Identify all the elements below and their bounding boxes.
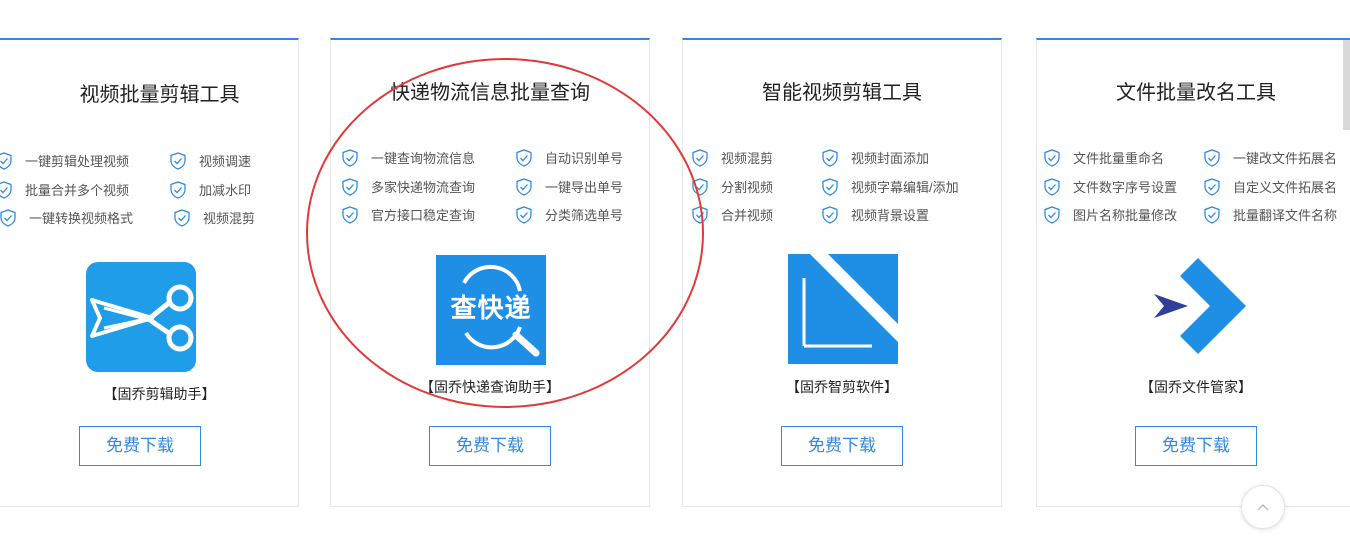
feature-label: 合并视频 bbox=[721, 208, 774, 223]
feature-item: 一键导出单号 bbox=[515, 177, 623, 196]
feature-label: 自动识别单号 bbox=[545, 151, 624, 166]
feature-item: 一键转换视频格式 bbox=[0, 208, 133, 227]
shield-check-icon bbox=[0, 180, 12, 199]
feature-label: 一键改文件拓展名 bbox=[1233, 151, 1338, 166]
feature-label: 批量翻译文件名称 bbox=[1233, 208, 1338, 223]
free-download-button[interactable]: 免费下载 bbox=[79, 426, 201, 466]
feature-label: 批量合并多个视频 bbox=[25, 183, 130, 198]
feature-label: 图片名称批量修改 bbox=[1073, 208, 1178, 223]
feature-item: 文件批量重命名 bbox=[1043, 148, 1164, 167]
shield-check-icon bbox=[692, 205, 708, 224]
feature-item: 官方接口稳定查询 bbox=[341, 205, 475, 224]
feature-item: 视频背景设置 bbox=[821, 205, 929, 224]
card-title: 文件批量改名工具 bbox=[1116, 82, 1276, 104]
feature-label: 文件批量重命名 bbox=[1073, 151, 1165, 166]
shield-check-icon bbox=[516, 177, 532, 196]
shield-check-icon bbox=[1044, 205, 1060, 224]
feature-label: 一键导出单号 bbox=[545, 180, 624, 195]
card-title: 快递物流信息批量查询 bbox=[390, 82, 590, 104]
feature-item: 自定义文件拓展名 bbox=[1203, 177, 1337, 196]
shield-check-icon bbox=[1204, 148, 1220, 167]
product-name: 【固乔文件管家】 bbox=[1140, 379, 1252, 395]
feature-label: 视频字幕编辑/添加 bbox=[851, 180, 959, 195]
scissors-icon bbox=[86, 262, 196, 372]
shield-check-icon bbox=[342, 177, 358, 196]
feature-label: 视频混剪 bbox=[721, 151, 774, 166]
shield-check-icon bbox=[516, 148, 532, 167]
feature-label: 视频背景设置 bbox=[851, 208, 930, 223]
feature-item: 视频字幕编辑/添加 bbox=[821, 177, 959, 196]
feature-label: 官方接口稳定查询 bbox=[371, 208, 476, 223]
logo-text: 查快递 bbox=[450, 293, 532, 323]
product-name: 【固乔智剪软件】 bbox=[786, 379, 898, 395]
shield-check-icon bbox=[1044, 148, 1060, 167]
feature-label: 分类筛选单号 bbox=[545, 208, 624, 223]
shield-check-icon bbox=[1204, 205, 1220, 224]
product-card-express-query: 快递物流信息批量查询 一键查询物流信息 自动识别单号 多家快递物流查询 一键导出… bbox=[330, 38, 650, 507]
feature-item: 分类筛选单号 bbox=[515, 205, 623, 224]
free-download-button[interactable]: 免费下载 bbox=[781, 426, 903, 466]
product-card-smart-video-edit: 智能视频剪辑工具 视频混剪 视频封面添加 分割视频 视频字幕编辑/添加 合并视频… bbox=[682, 38, 1002, 507]
feature-label: 自定义文件拓展名 bbox=[1233, 180, 1338, 195]
product-card-file-rename: 文件批量改名工具 文件批量重命名 一键改文件拓展名 文件数字序号设置 自定义文件… bbox=[1036, 38, 1350, 507]
feature-item: 一键改文件拓展名 bbox=[1203, 148, 1337, 167]
feature-label: 视频封面添加 bbox=[851, 151, 930, 166]
shield-check-icon bbox=[822, 148, 838, 167]
feature-label: 一键查询物流信息 bbox=[371, 151, 476, 166]
shield-check-icon bbox=[1204, 177, 1220, 196]
free-download-button[interactable]: 免费下载 bbox=[429, 426, 551, 466]
free-download-button[interactable]: 免费下载 bbox=[1135, 426, 1257, 466]
feature-item: 批量合并多个视频 bbox=[0, 180, 129, 199]
shield-check-icon bbox=[342, 148, 358, 167]
feature-item: 多家快递物流查询 bbox=[341, 177, 475, 196]
product-name: 【固乔快递查询助手】 bbox=[420, 379, 560, 395]
express-search-icon: 查快递 bbox=[436, 255, 546, 365]
feature-item: 文件数字序号设置 bbox=[1043, 177, 1177, 196]
shield-check-icon bbox=[170, 180, 186, 199]
smart-cut-icon bbox=[788, 254, 898, 364]
shield-check-icon bbox=[692, 148, 708, 167]
card-title: 视频批量剪辑工具 bbox=[79, 84, 240, 106]
feature-item: 一键查询物流信息 bbox=[341, 148, 475, 167]
product-card-video-batch-edit: 视频批量剪辑工具 一键剪辑处理视频 视频调速 批量合并多个视频 加减水印 一键转… bbox=[0, 38, 299, 507]
shield-check-icon bbox=[174, 208, 190, 227]
feature-label: 多家快递物流查询 bbox=[371, 180, 476, 195]
shield-check-icon bbox=[170, 151, 186, 170]
file-manager-icon bbox=[1154, 258, 1246, 354]
feature-item: 自动识别单号 bbox=[515, 148, 623, 167]
feature-label: 加减水印 bbox=[199, 183, 252, 198]
feature-label: 视频调速 bbox=[199, 154, 252, 169]
feature-item: 分割视频 bbox=[691, 177, 773, 196]
product-name: 【固乔剪辑助手】 bbox=[103, 386, 216, 402]
feature-item: 加减水印 bbox=[169, 180, 251, 199]
shield-check-icon bbox=[1044, 177, 1060, 196]
shield-check-icon bbox=[516, 205, 532, 224]
shield-check-icon bbox=[342, 205, 358, 224]
feature-item: 合并视频 bbox=[691, 205, 773, 224]
feature-item: 图片名称批量修改 bbox=[1043, 205, 1177, 224]
shield-check-icon bbox=[0, 208, 16, 227]
shield-check-icon bbox=[692, 177, 708, 196]
feature-label: 一键剪辑处理视频 bbox=[25, 154, 130, 169]
shield-check-icon bbox=[822, 177, 838, 196]
feature-label: 分割视频 bbox=[721, 180, 774, 195]
shield-check-icon bbox=[822, 205, 838, 224]
feature-item: 视频混剪 bbox=[173, 208, 255, 227]
feature-label: 一键转换视频格式 bbox=[29, 211, 134, 226]
feature-item: 视频调速 bbox=[169, 151, 251, 170]
feature-item: 一键剪辑处理视频 bbox=[0, 151, 129, 170]
card-title: 智能视频剪辑工具 bbox=[762, 82, 922, 104]
feature-label: 视频混剪 bbox=[203, 211, 256, 226]
feature-label: 文件数字序号设置 bbox=[1073, 180, 1178, 195]
scrollbar-thumb[interactable] bbox=[1343, 40, 1350, 130]
back-to-top-button[interactable] bbox=[1241, 485, 1285, 529]
feature-item: 视频封面添加 bbox=[821, 148, 929, 167]
feature-item: 批量翻译文件名称 bbox=[1203, 205, 1337, 224]
feature-item: 视频混剪 bbox=[691, 148, 773, 167]
shield-check-icon bbox=[0, 151, 12, 170]
chevron-up-icon bbox=[1257, 504, 1269, 511]
